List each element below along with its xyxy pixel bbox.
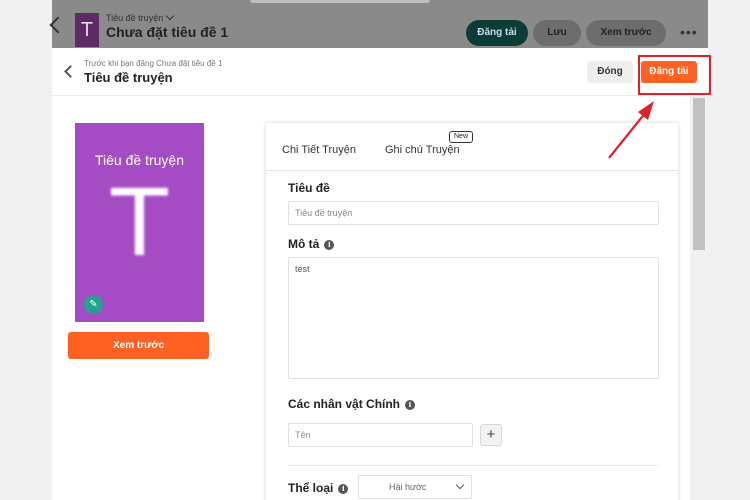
annotation-arrow-icon (608, 101, 654, 159)
